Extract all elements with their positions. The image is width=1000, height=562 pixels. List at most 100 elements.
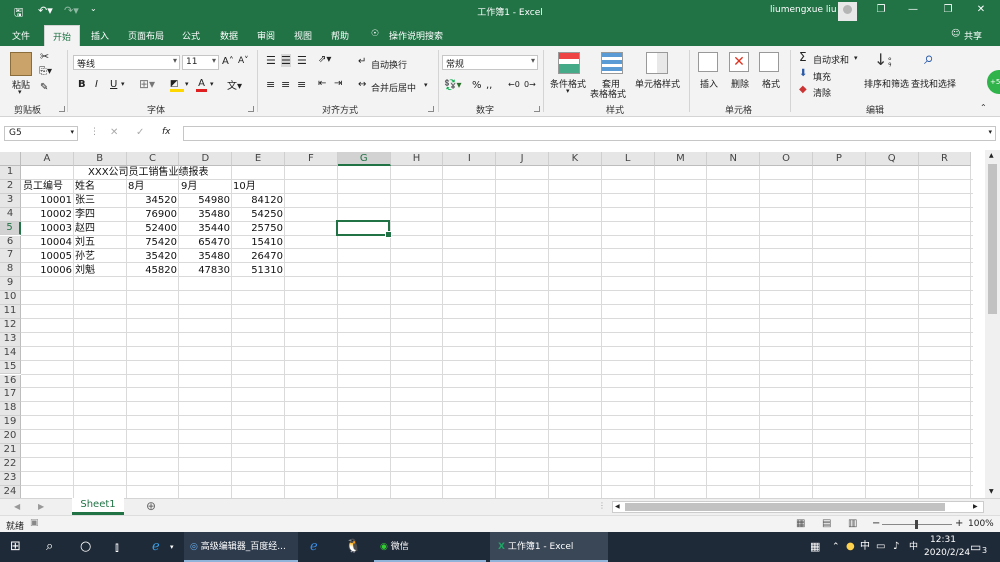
fill-icon[interactable]: ⬇ (799, 68, 807, 79)
row-header-10[interactable]: 10 (0, 291, 21, 305)
scroll-left-icon[interactable]: ◀ (615, 503, 620, 510)
column-header-g[interactable]: G (337, 152, 391, 166)
tab-formulas[interactable]: 公式 (182, 29, 200, 42)
cell-e8[interactable]: 51310 (232, 264, 283, 277)
cell-b3[interactable]: 张三 (75, 194, 95, 207)
prev-sheet-icon[interactable]: ◀ (14, 502, 20, 511)
phonetic-icon[interactable]: 文▾ (227, 77, 242, 92)
page-layout-view-icon[interactable]: ▤ (822, 518, 831, 529)
cell-c6[interactable]: 75420 (127, 236, 177, 249)
cell-e6[interactable]: 15410 (232, 236, 283, 249)
sort-filter-icon[interactable]: ↓⨟ (874, 50, 892, 70)
header-cell-a2[interactable]: 员工编号 (23, 180, 63, 193)
addin-badge-icon[interactable]: +5 (987, 70, 1000, 94)
decrease-font-icon[interactable]: A˅ (238, 56, 249, 66)
bold-button[interactable]: B (78, 79, 86, 90)
cell-styles-icon[interactable] (646, 52, 668, 74)
cell-a7[interactable]: 10005 (22, 250, 72, 263)
clock-time[interactable]: 12:31 (930, 535, 956, 545)
cell-c7[interactable]: 35420 (127, 250, 177, 263)
tab-help[interactable]: 帮助 (331, 29, 349, 42)
column-header-p[interactable]: P (813, 152, 866, 166)
split-handle-icon[interactable]: ⋮ (598, 501, 606, 510)
cell-c5[interactable]: 52400 (127, 222, 177, 235)
formula-input[interactable]: ▾ (183, 126, 996, 141)
tab-data[interactable]: 数据 (220, 29, 238, 42)
autosum-dropdown-icon[interactable]: ▾ (854, 54, 858, 62)
row-header-18[interactable]: 18 (0, 402, 21, 417)
column-header-f[interactable]: F (285, 152, 338, 166)
minimize-icon[interactable]: — (898, 4, 928, 15)
worksheet-grid[interactable]: ABCDEFGHIJKLMNOPQR 1 2 3 4 5 6 7 8 9 10 11 12 13 14 15… (0, 150, 1000, 498)
column-header-j[interactable]: J (496, 152, 549, 166)
cell-b7[interactable]: 孙艺 (75, 250, 95, 263)
scroll-up-icon[interactable]: ▲ (989, 152, 994, 159)
column-header-o[interactable]: O (760, 152, 813, 166)
cell-b8[interactable]: 刘魁 (75, 264, 95, 277)
row-header-22[interactable]: 22 (0, 457, 21, 472)
tab-page-layout[interactable]: 页面布局 (128, 29, 164, 42)
column-header-i[interactable]: I (443, 152, 497, 166)
cell-c8[interactable]: 45820 (127, 264, 177, 277)
cell-d6[interactable]: 65470 (179, 236, 230, 249)
find-icon[interactable]: ⌕ (924, 48, 934, 69)
tab-view[interactable]: 视图 (294, 29, 312, 42)
battery-icon[interactable]: ▭ (876, 532, 885, 562)
column-header-a[interactable]: A (21, 152, 74, 166)
row-header-17[interactable]: 17 (0, 388, 21, 403)
comma-style-icon[interactable]: ,, (486, 80, 492, 91)
font-name-combo[interactable]: 等线 ▾ (73, 55, 180, 70)
header-cell-c2[interactable]: 8月 (128, 180, 144, 193)
number-format-combo[interactable]: 常规 ▾ (442, 55, 538, 70)
row-header-1[interactable]: 1 (0, 166, 21, 180)
header-cell-e2[interactable]: 10月 (233, 180, 256, 193)
column-header-l[interactable]: L (601, 152, 655, 166)
increase-indent-icon[interactable]: ⇥ (334, 78, 342, 89)
autosum-button[interactable]: 自动求和 (813, 53, 849, 66)
column-header-e[interactable]: E (232, 152, 285, 166)
clock-date[interactable]: 2020/2/24 (924, 548, 970, 558)
edge-icon[interactable]: ℯ (310, 532, 318, 562)
task-view-icon[interactable]: ⫾ (115, 532, 119, 562)
clear-icon[interactable]: ◆ (799, 84, 807, 95)
percent-button[interactable]: % (472, 80, 482, 91)
tab-file[interactable]: 文件 (12, 29, 30, 42)
paste-icon[interactable] (10, 52, 32, 76)
merge-center-icon[interactable]: ↔ (358, 79, 366, 90)
column-header-k[interactable]: K (549, 152, 602, 166)
insert-cells-button[interactable]: 插入 (700, 77, 718, 90)
normal-view-icon[interactable]: ▦ (796, 518, 805, 529)
cancel-icon[interactable]: ✕ (110, 127, 118, 138)
scroll-right-icon[interactable]: ▶ (973, 503, 978, 510)
user-name[interactable]: liumengxue liu (770, 5, 837, 15)
column-header-b[interactable]: B (73, 152, 127, 166)
horizontal-scroll-thumb[interactable] (625, 503, 945, 511)
fill-button[interactable]: 填充 (813, 70, 831, 83)
font-color-dropdown-icon[interactable]: ▾ (210, 80, 214, 88)
selected-cell[interactable] (336, 220, 392, 238)
qq-icon[interactable]: 🐧 (345, 532, 361, 562)
vertical-scrollbar[interactable]: ▲ ▼ (985, 150, 1000, 498)
cell-b4[interactable]: 李四 (75, 208, 95, 221)
zoom-level[interactable]: 100% (968, 519, 994, 529)
row-header-19[interactable]: 19 (0, 416, 21, 431)
fill-color-icon[interactable]: ◩ (170, 79, 184, 92)
taskbar-item-editor[interactable]: ◎ 高级编辑器_百度经... (184, 532, 298, 562)
row-header-6[interactable]: 6 (0, 235, 21, 250)
format-cells-button[interactable]: 格式 (762, 77, 780, 90)
underline-dropdown-icon[interactable]: ▾ (121, 80, 125, 88)
row-header-23[interactable]: 23 (0, 471, 21, 486)
delete-cells-button[interactable]: 删除 (731, 77, 749, 90)
cell-c3[interactable]: 34520 (127, 194, 177, 207)
row-header-24[interactable]: 24 (0, 485, 21, 498)
insert-function-button[interactable]: fx (162, 127, 171, 137)
select-all-corner[interactable] (0, 152, 21, 166)
row-header-4[interactable]: 4 (0, 207, 21, 222)
increase-decimal-icon[interactable]: ←0 (508, 80, 520, 89)
row-header-2[interactable]: 2 (0, 179, 21, 194)
cell-a8[interactable]: 10006 (22, 264, 72, 277)
row-header-11[interactable]: 11 (0, 305, 21, 319)
cell-b5[interactable]: 赵四 (75, 222, 95, 235)
cell-e3[interactable]: 84120 (232, 194, 283, 207)
clipboard-launcher-icon[interactable] (59, 106, 65, 112)
